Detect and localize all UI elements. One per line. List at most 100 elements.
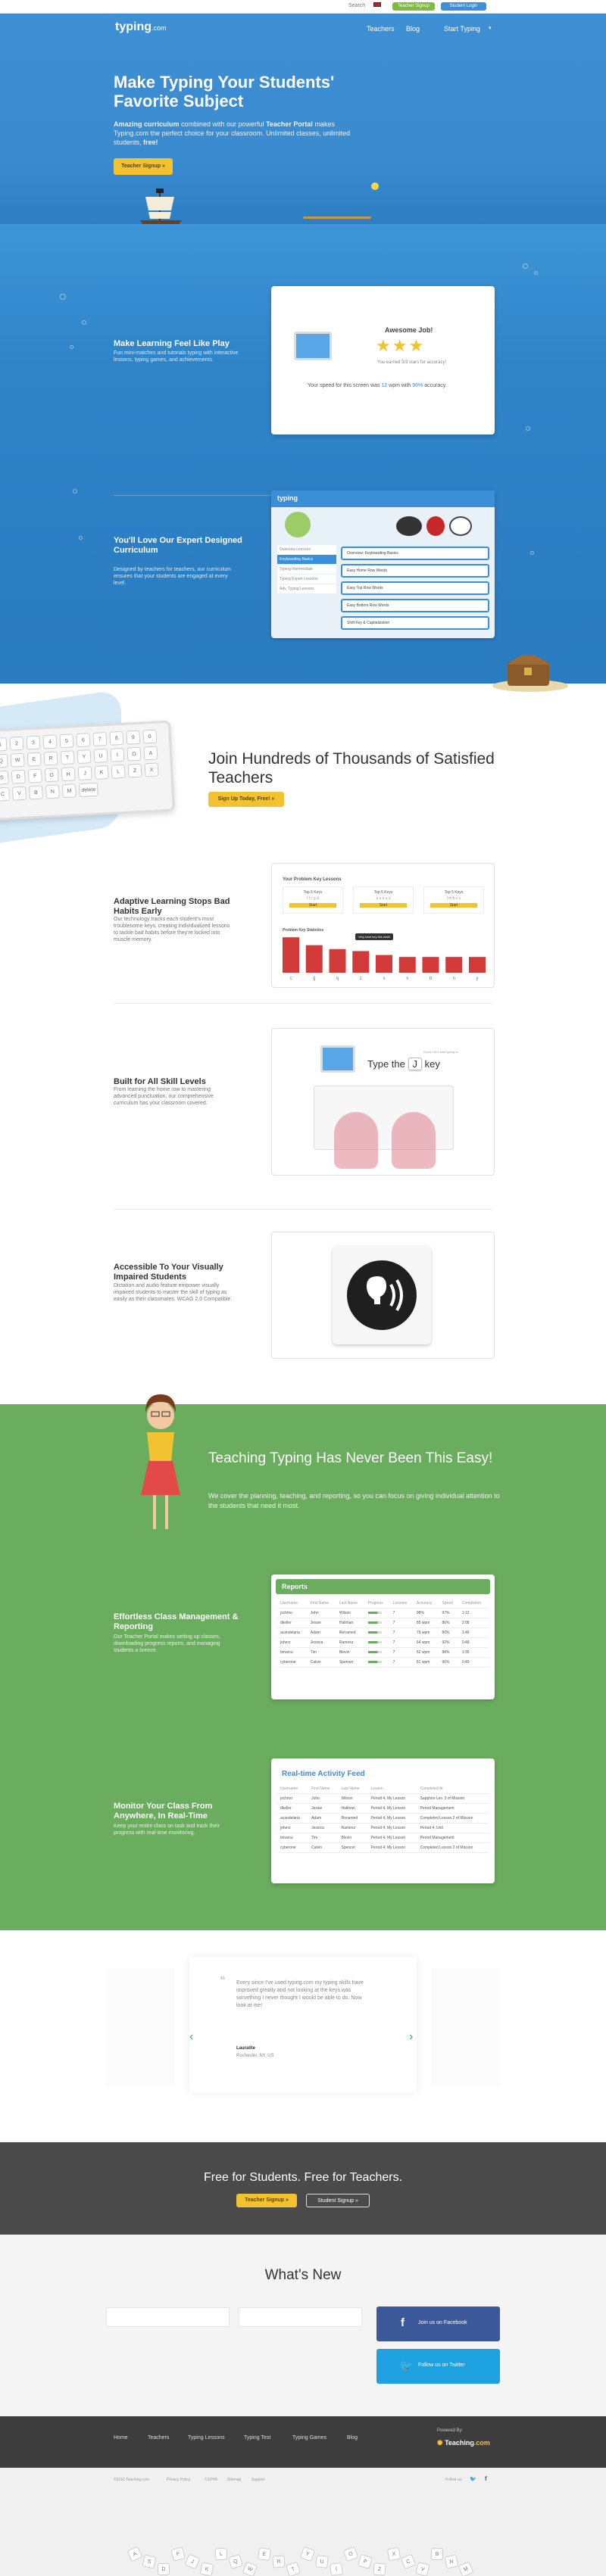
chevron-down-icon[interactable]: ▾ xyxy=(489,25,492,31)
table-cell xyxy=(364,1637,390,1648)
table-header: Progress xyxy=(364,1599,390,1609)
table-row[interactable]: joherz Jessica Ramirez Period 4, My Lesson P… xyxy=(277,1823,489,1833)
keyboard-key: D xyxy=(157,2562,170,2576)
keyboard-key: Q xyxy=(228,2554,243,2569)
sidebar-item[interactable]: Adv. Typing Lessons xyxy=(277,584,336,593)
lesson-item[interactable]: Shift Key & Capitalization xyxy=(341,616,489,630)
news-card[interactable] xyxy=(239,2307,362,2327)
powered-by-label: Powered By: xyxy=(437,2428,464,2433)
table-row[interactable]: cyberone Calvin Spencer 7 81 wpm 96% 0:49 xyxy=(277,1657,489,1668)
search-link[interactable]: Search xyxy=(348,3,365,8)
keyboard-key: 9 xyxy=(126,730,141,745)
news-card[interactable] xyxy=(106,2307,230,2327)
prev-arrow-icon[interactable]: ‹ xyxy=(189,2030,193,2044)
keyboard-key: Z xyxy=(373,2562,386,2576)
lesson-list: Overview: Keyboarding Basics Easy Home R… xyxy=(341,547,489,630)
audio-speaker-icon xyxy=(347,1260,417,1330)
table-cell: Renamed xyxy=(336,1628,365,1638)
keyboard-key: 7 xyxy=(92,732,108,746)
footer-link-teachers[interactable]: Teachers xyxy=(148,2435,169,2441)
right-hand-icon xyxy=(392,1112,436,1169)
table-cell: Wilson xyxy=(336,1608,365,1618)
keyboard-key: B xyxy=(28,785,43,800)
facebook-icon: f xyxy=(401,2316,405,2329)
table-header: Speed xyxy=(439,1599,459,1609)
sidebar-item[interactable]: Typing Expert Lessons xyxy=(277,575,336,584)
table-cell: 0:49 xyxy=(458,1657,489,1668)
lesson-item[interactable]: Easy Top Row Words xyxy=(341,581,489,595)
table-row[interactable]: dkeller Jessie Hallman 7 85 wpm 86% 2:08 xyxy=(277,1618,489,1628)
footer-link-home[interactable]: Home xyxy=(114,2435,128,2441)
start-button[interactable]: Start xyxy=(430,903,477,908)
keyboard-key: N xyxy=(45,784,60,799)
lesson-item[interactable]: Easy Home Row Words xyxy=(341,564,489,578)
table-cell: 98% xyxy=(413,1608,439,1618)
table-row[interactable]: acandelaria Adam Renamed Period 4, My Lesso… xyxy=(277,1813,489,1824)
table-row[interactable]: joherz Jessica Ramirez 7 64 wpm 92% 0:48 xyxy=(277,1637,489,1648)
table-row[interactable]: cyberone Calvin Spencer Period 4, My Lesson… xyxy=(277,1842,489,1853)
keyboard-key: L xyxy=(111,764,126,779)
sidebar-item[interactable]: Overview Lessons xyxy=(277,545,336,554)
legal-privacy[interactable]: Privacy Policy xyxy=(167,2478,190,2482)
footer-link-blog[interactable]: Blog xyxy=(347,2435,358,2441)
keyboard-key: 1 xyxy=(0,737,8,752)
problem-key-label: x xyxy=(383,977,386,981)
table-cell: Spencer xyxy=(336,1657,365,1668)
nav-start-typing[interactable]: Start Typing xyxy=(444,25,480,33)
keyboard-key: F xyxy=(27,768,42,783)
sidebar-item[interactable]: Keyboarding Basics xyxy=(277,555,336,564)
green-title: Teaching Typing Has Never Been This Easy… xyxy=(208,1450,493,1466)
facebook-icon[interactable]: f xyxy=(485,2475,487,2482)
twitter-icon[interactable]: 🐦 xyxy=(470,2476,476,2482)
facebook-button[interactable]: f Join us on Facebook xyxy=(376,2307,500,2341)
signup-free-button[interactable]: Sign Up Today, Free! » xyxy=(208,792,284,807)
table-cell: Adam xyxy=(308,1813,339,1824)
sidebar-item[interactable]: Typing Intermediate xyxy=(277,565,336,574)
table-header: Username xyxy=(277,1784,309,1794)
lesson-item[interactable]: Easy Bottom Row Words xyxy=(341,599,489,612)
keyboard-key: O xyxy=(127,746,142,762)
legal-sitemap[interactable]: Sitemap xyxy=(227,2478,241,2482)
cta-student-signup-button[interactable]: Student Signup » xyxy=(306,2194,370,2207)
table-row[interactable]: dkeller Jessie Hallman Period 4, My Lesson P… xyxy=(277,1803,489,1814)
table-row[interactable]: jschmo John Wilson Period 4, My Lesson Sapph… xyxy=(277,1793,489,1804)
table-cell: Jessie xyxy=(308,1803,339,1814)
table-cell xyxy=(364,1628,390,1638)
table-row[interactable]: bmarcu Tim Blevin Period 4, My Lesson Period… xyxy=(277,1833,489,1843)
problem-key-bar xyxy=(398,957,416,973)
cta-teacher-signup-button[interactable]: Teacher Signup » xyxy=(236,2194,297,2207)
typing-logo[interactable]: typing.com xyxy=(115,20,167,34)
start-button[interactable]: Start xyxy=(360,903,407,908)
table-row[interactable]: bmarcu Tim Blevin 7 52 wpm 88% 1:35 xyxy=(277,1647,489,1658)
table-cell: 7 xyxy=(389,1608,414,1618)
footer-link-lessons[interactable]: Typing Lessons xyxy=(188,2435,225,2441)
keyboard-key: E xyxy=(257,2546,272,2562)
keyboard-key: 4 xyxy=(42,734,58,749)
nav-teachers[interactable]: Teachers xyxy=(367,25,395,33)
keyboard-key: I xyxy=(330,2562,343,2576)
footer-link-test[interactable]: Typing Test xyxy=(244,2435,270,2441)
legal-support[interactable]: Support xyxy=(251,2478,265,2482)
keyboard-key: W xyxy=(242,2561,258,2576)
table-cell: 7 xyxy=(389,1647,414,1658)
feature-title-accessible: Accessible To Your Visually Impaired Stu… xyxy=(114,1263,223,1282)
table-row[interactable]: jschmo John Wilson 7 98% 97% 1:12 xyxy=(277,1608,489,1618)
start-button[interactable]: Start xyxy=(289,903,336,908)
teacher-signup-mini-button[interactable]: Teacher Signup xyxy=(392,2,435,11)
table-cell: Period 4, My Lesson xyxy=(367,1833,417,1843)
keyboard-key: I xyxy=(110,747,125,762)
student-login-mini-button[interactable]: Student Login xyxy=(441,2,486,11)
nav-blog[interactable]: Blog xyxy=(406,25,420,33)
table-row[interactable]: acandelaria Adam Renamed 7 79 wpm 80% 1:46 xyxy=(277,1628,489,1638)
tree-icon xyxy=(285,512,311,537)
flag-icon[interactable] xyxy=(373,2,381,7)
next-arrow-icon[interactable]: › xyxy=(409,2030,413,2044)
problem-key-label: q xyxy=(336,977,339,981)
teaching-logo[interactable]: ✺ Teaching.com xyxy=(437,2439,490,2447)
teacher-signup-button[interactable]: Teacher Signup » xyxy=(114,158,173,175)
legal-coppa[interactable]: COPPA xyxy=(205,2478,217,2482)
twitter-button[interactable]: 🐦 Follow us on Twitter xyxy=(376,2349,500,2384)
footer-link-games[interactable]: Typing Games xyxy=(292,2435,326,2441)
keyboard-key: U xyxy=(93,748,108,763)
lesson-item[interactable]: Overview: Keyboarding Basics xyxy=(341,547,489,560)
